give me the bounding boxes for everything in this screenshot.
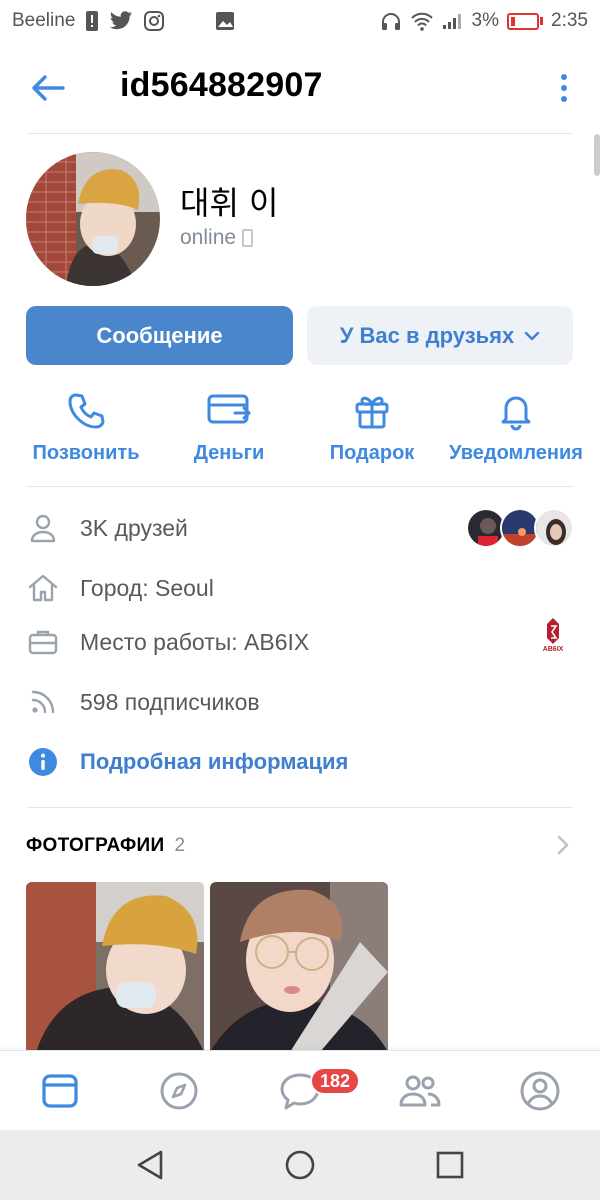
phone-icon (66, 388, 106, 434)
photo-thumbnail[interactable] (26, 882, 204, 1052)
actions-divider (27, 486, 573, 487)
scrollbar[interactable] (594, 134, 600, 176)
back-button[interactable] (28, 68, 68, 108)
profile-name: 대휘 이 (180, 184, 279, 222)
friends-button-label: У Вас в друзьях (339, 322, 515, 348)
chevron-down-icon (525, 331, 540, 340)
notifications-label: Уведомления (449, 442, 583, 464)
battery-icon (507, 12, 544, 30)
feed-icon (42, 1074, 78, 1108)
more-dot-icon (561, 74, 567, 80)
status-bar: Beeline 3% 2:35 (0, 0, 600, 42)
photos-title: ФОТОГРАФИИ (26, 835, 165, 856)
profile-header: id564882907 (0, 52, 600, 124)
profile-avatar[interactable] (26, 152, 160, 286)
compass-icon (160, 1072, 198, 1110)
tab-explore[interactable] (157, 1069, 201, 1113)
bell-icon (496, 388, 536, 434)
call-label: Позвонить (32, 442, 140, 464)
arrow-left-icon (32, 75, 65, 101)
wifi-icon (410, 11, 434, 31)
chevron-right-icon (556, 834, 570, 861)
online-status: online (180, 226, 254, 250)
gallery-icon (215, 11, 235, 31)
gift-label: Подарок (329, 442, 415, 464)
more-dot-icon (561, 85, 567, 91)
friends-count: 3K друзей (80, 514, 188, 541)
notifications-action[interactable]: Уведомления (444, 388, 588, 465)
money-icon (207, 388, 251, 434)
friend-avatar (534, 508, 574, 548)
work-row[interactable]: Место работы: AB6IX AB6IX (26, 618, 574, 664)
system-nav-bar (0, 1130, 600, 1200)
details-link[interactable]: Подробная информация (80, 749, 348, 775)
more-dot-icon (561, 96, 567, 102)
photos-header[interactable]: ФОТОГРАФИИ 2 (26, 830, 574, 862)
rss-icon (26, 685, 60, 719)
work-text: Место работы: AB6IX (80, 628, 310, 655)
friends-status-button[interactable]: У Вас в друзьях (307, 306, 573, 365)
gift-icon (352, 388, 392, 434)
quick-actions: Позвонить Деньги Подарок Уведомления (0, 388, 600, 470)
gift-action[interactable]: Подарок (326, 388, 418, 465)
profile-icon (520, 1071, 560, 1111)
nav-recents-button[interactable] (433, 1148, 467, 1182)
city-row: Город: Seoul (26, 566, 574, 610)
ab6ix-logo-text: AB6IX (542, 646, 564, 653)
signal-icon (442, 12, 464, 30)
user-icon (26, 511, 60, 545)
followers-row[interactable]: 598 подписчиков (26, 680, 574, 724)
money-label: Деньги (193, 442, 265, 464)
bottom-tab-bar: 182 (0, 1050, 600, 1130)
info-divider (27, 807, 573, 808)
city-text: Город: Seoul (80, 574, 214, 601)
message-button-label: Сообщение (96, 322, 223, 348)
home-icon (26, 571, 60, 605)
instagram-icon (143, 10, 165, 32)
tab-feed[interactable] (38, 1069, 82, 1113)
nav-back-button[interactable] (133, 1148, 167, 1182)
square-recents-icon (436, 1151, 464, 1179)
header-divider (27, 133, 573, 134)
money-action[interactable]: Деньги (182, 388, 276, 465)
circle-home-icon (285, 1150, 315, 1180)
battery-percent: 3% (471, 10, 500, 31)
friends-avatars[interactable] (466, 508, 574, 548)
message-button[interactable]: Сообщение (26, 306, 293, 365)
tab-friends[interactable] (398, 1069, 442, 1113)
call-action[interactable]: Позвонить (28, 388, 144, 465)
briefcase-icon (26, 625, 60, 659)
mobile-device-icon (242, 229, 254, 247)
carrier-label: Beeline (12, 10, 76, 31)
triangle-back-icon (137, 1150, 163, 1180)
nav-home-button[interactable] (283, 1148, 317, 1182)
page-title: id564882907 (120, 66, 323, 104)
friends-icon (399, 1075, 441, 1107)
messages-badge: 182 (310, 1067, 361, 1095)
info-icon (26, 745, 60, 779)
sim-alert-icon (85, 10, 99, 32)
photo-thumbnail[interactable] (210, 882, 388, 1052)
photos-count: 2 (174, 835, 186, 856)
ab6ix-logo: AB6IX (538, 616, 568, 660)
friends-row[interactable]: 3K друзей (26, 506, 574, 550)
more-options-button[interactable] (554, 70, 574, 106)
headphones-icon (380, 11, 402, 31)
online-status-label: online (180, 226, 237, 249)
followers-count: 598 подписчиков (80, 688, 260, 715)
twitter-icon (109, 11, 133, 31)
tab-profile[interactable] (518, 1069, 562, 1113)
details-row[interactable]: Подробная информация (26, 740, 574, 784)
clock: 2:35 (551, 10, 588, 31)
